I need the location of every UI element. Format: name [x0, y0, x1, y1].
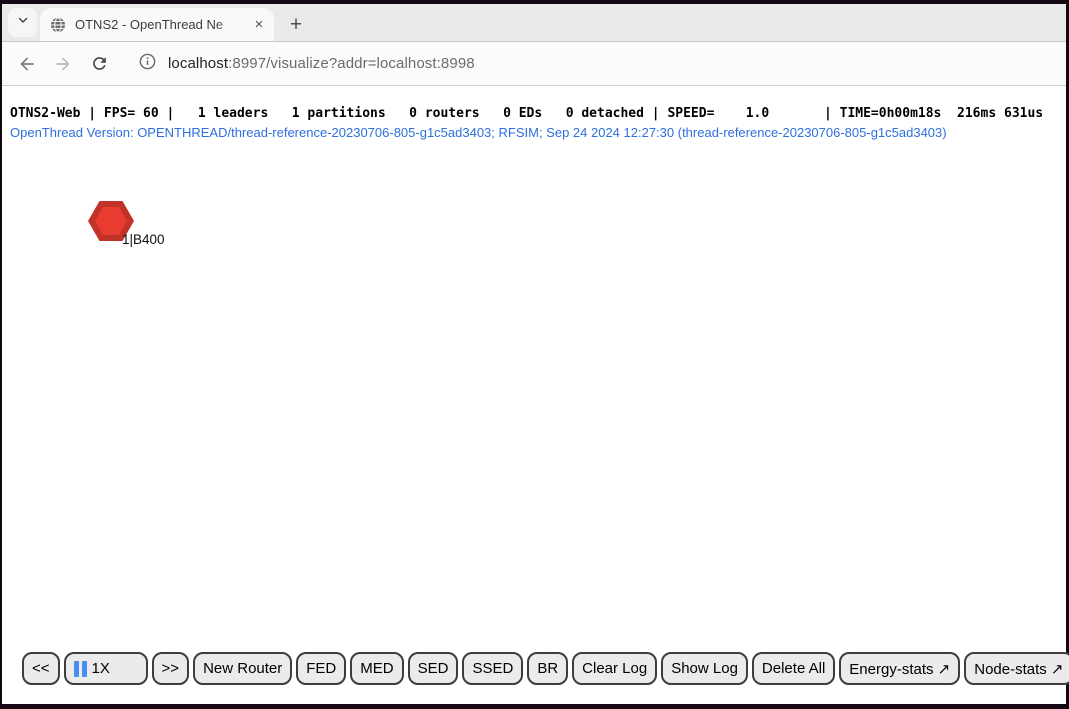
- br-button[interactable]: BR: [527, 652, 568, 685]
- simulation-status-line: OTNS2-Web | FPS= 60 | 1 leaders 1 partit…: [10, 106, 1043, 121]
- tab-strip: OTNS2 - OpenThread Ne × +: [2, 4, 1066, 42]
- browser-window: OTNS2 - OpenThread Ne × +: [2, 4, 1066, 704]
- forward-icon[interactable]: [50, 51, 76, 77]
- show-log-button[interactable]: Show Log: [661, 652, 748, 685]
- url-text: localhost:8997/visualize?addr=localhost:…: [168, 55, 475, 72]
- step-back-button[interactable]: <<: [22, 652, 60, 685]
- node-label: 1|B400: [122, 232, 165, 247]
- openthread-version-line: OpenThread Version: OPENTHREAD/thread-re…: [10, 125, 947, 140]
- address-bar-row: localhost:8997/visualize?addr=localhost:…: [2, 42, 1066, 86]
- chevron-down-icon: [16, 13, 30, 32]
- url-field[interactable]: localhost:8997/visualize?addr=localhost:…: [138, 52, 475, 76]
- pause-icon: [74, 661, 87, 677]
- energy-stats-button[interactable]: Energy-stats ↗: [839, 652, 960, 685]
- fed-button[interactable]: FED: [296, 652, 346, 685]
- simulator-toolbar: << 1X >> New Router FED MED SED SSED BR …: [22, 652, 1069, 685]
- med-button[interactable]: MED: [350, 652, 403, 685]
- otns-canvas: OTNS2-Web | FPS= 60 | 1 leaders 1 partit…: [2, 91, 1066, 704]
- step-forward-button[interactable]: >>: [152, 652, 190, 685]
- node-stats-button[interactable]: Node-stats ↗: [964, 652, 1069, 685]
- new-tab-button[interactable]: +: [283, 12, 309, 38]
- url-path: :8997/visualize?addr=localhost:8998: [228, 55, 475, 72]
- clear-log-button[interactable]: Clear Log: [572, 652, 657, 685]
- back-icon[interactable]: [14, 51, 40, 77]
- speed-pause-button[interactable]: 1X: [64, 652, 148, 685]
- browser-tab[interactable]: OTNS2 - OpenThread Ne ×: [40, 8, 274, 41]
- site-info-icon[interactable]: [138, 52, 157, 76]
- globe-favicon-icon: [50, 17, 66, 33]
- sed-button[interactable]: SED: [408, 652, 459, 685]
- tab-search-button[interactable]: [8, 8, 37, 37]
- tab-title: OTNS2 - OpenThread Ne: [75, 17, 246, 32]
- speed-label: 1X: [92, 660, 110, 677]
- delete-all-button[interactable]: Delete All: [752, 652, 835, 685]
- new-router-button[interactable]: New Router: [193, 652, 292, 685]
- tab-close-icon[interactable]: ×: [250, 16, 268, 34]
- ssed-button[interactable]: SSED: [462, 652, 523, 685]
- reload-icon[interactable]: [86, 51, 112, 77]
- desktop-window-frame: OTNS2 - OpenThread Ne × +: [0, 0, 1069, 709]
- url-hostname: localhost: [168, 55, 228, 72]
